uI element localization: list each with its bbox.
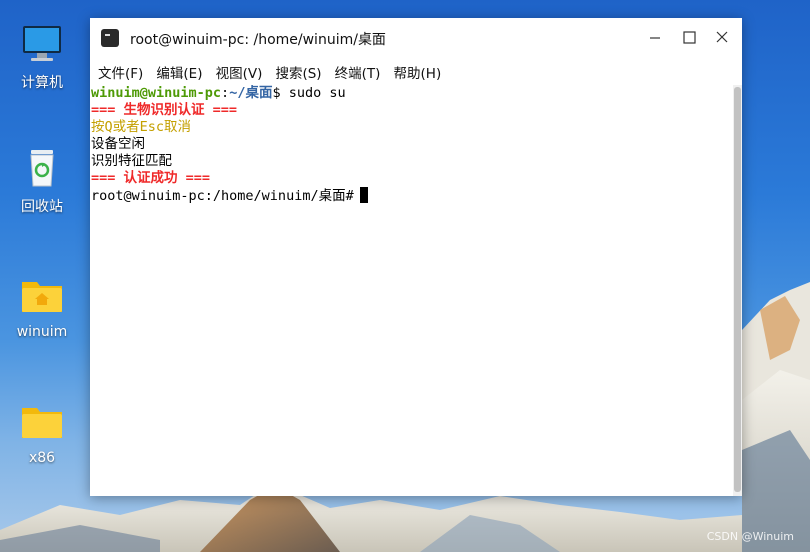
desktop-icon-label: 回收站 (21, 199, 63, 215)
maximize-icon (683, 31, 696, 44)
text-cursor (359, 187, 368, 203)
menu-bar: 文件(F) 编辑(E) 视图(V) 搜索(S) 终端(T) 帮助(H) (90, 57, 742, 85)
maximize-button[interactable] (674, 25, 704, 49)
output-line: 识别特征匹配 (91, 153, 172, 169)
folder-icon (20, 400, 64, 444)
desktop-icon-label: 计算机 (21, 75, 63, 91)
menu-file[interactable]: 文件(F) (98, 57, 143, 82)
output-line: 设备空闲 (91, 136, 145, 152)
prompt-symbol: $ (272, 85, 289, 101)
menu-view[interactable]: 视图(V) (216, 57, 263, 82)
window-title: root@winuim-pc: /home/winuim/桌面 (130, 32, 386, 48)
menu-search[interactable]: 搜索(S) (275, 57, 321, 82)
minimize-button[interactable] (640, 25, 670, 49)
scrollbar-thumb[interactable] (734, 87, 741, 492)
desktop-icon-label: winuim (16, 324, 68, 340)
minimize-icon (650, 37, 660, 39)
terminal-icon (101, 29, 119, 47)
vertical-scrollbar[interactable] (733, 85, 742, 496)
terminal-output[interactable]: winuim@winuim-pc:~/桌面$ sudo su === 生物识别认… (90, 85, 733, 496)
recycle-bin-icon (20, 146, 64, 190)
computer-icon (20, 22, 64, 66)
output-line: === 生物识别认证 === (91, 102, 238, 118)
desktop-icon-computer[interactable]: 计算机 (0, 22, 84, 92)
menu-edit[interactable]: 编辑(E) (156, 57, 202, 82)
menu-help[interactable]: 帮助(H) (394, 57, 442, 82)
output-line: 按Q或者Esc取消 (91, 119, 192, 135)
desktop-icon-label: x86 (28, 450, 56, 466)
command-line: winuim@winuim-pc:~/桌面$ sudo su (90, 85, 733, 102)
home-folder-icon (20, 274, 64, 318)
title-bar[interactable]: root@winuim-pc: /home/winuim/桌面 (90, 18, 742, 57)
prompt-colon: : (221, 85, 230, 101)
root-prompt: root@winuim-pc:/home/winuim/桌面# (91, 188, 354, 204)
prompt-user: winuim@winuim-pc (91, 85, 222, 101)
root-prompt-line: root@winuim-pc:/home/winuim/桌面# (90, 187, 733, 204)
close-icon (716, 31, 728, 43)
desktop-icon-x86[interactable]: x86 (0, 400, 84, 466)
output-line: === 认证成功 === (91, 170, 211, 186)
watermark: CSDN @Winuim (706, 530, 794, 543)
terminal-window: root@winuim-pc: /home/winuim/桌面 文件(F) 编辑… (90, 18, 742, 496)
command-text: sudo su (288, 85, 346, 101)
desktop-icon-recycle-bin[interactable]: 回收站 (0, 146, 84, 216)
close-button[interactable] (707, 25, 737, 49)
prompt-path: ~/桌面 (229, 85, 273, 101)
menu-terminal[interactable]: 终端(T) (335, 57, 381, 82)
desktop-icon-winuim[interactable]: winuim (0, 274, 84, 340)
